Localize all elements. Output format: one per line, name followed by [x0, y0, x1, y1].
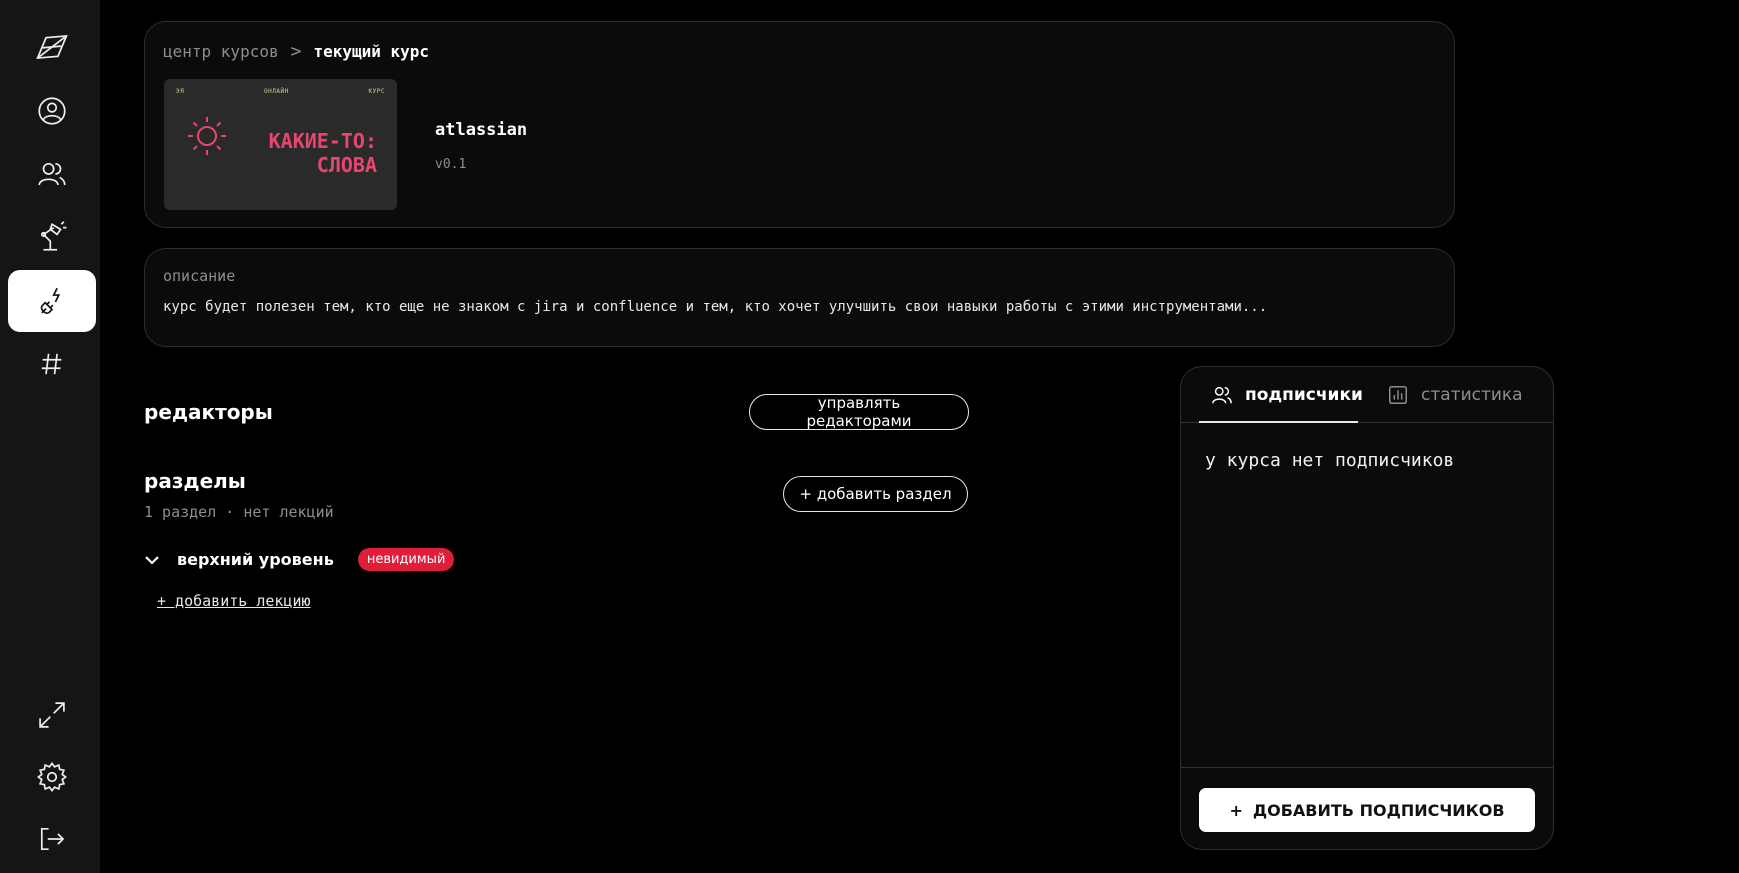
gear-icon — [36, 761, 68, 793]
description-label: описание — [163, 267, 236, 285]
section-item[interactable]: верхний уровень невидимый — [143, 548, 455, 571]
chevron-down-icon[interactable] — [143, 551, 161, 569]
sections-meta: 1 раздел · нет лекций — [144, 503, 334, 521]
panel-footer: + ДОБАВИТЬ ПОДПИСЧИКОВ — [1181, 767, 1553, 849]
chart-icon — [1389, 386, 1407, 404]
tab-statistics-label: статистика — [1421, 385, 1523, 405]
description-text: курс будет полезен тем, кто еще не знако… — [163, 299, 1268, 315]
course-version: v0.1 — [435, 157, 467, 172]
plug-icon — [40, 287, 61, 315]
sections-title: разделы — [144, 469, 246, 493]
users-icon — [1212, 386, 1232, 404]
cover-tag-right: КУРС — [368, 88, 385, 95]
breadcrumb-current: текущий курс — [313, 42, 430, 61]
hashtag-icon — [41, 353, 62, 375]
cover-title: КАКИЕ-ТО: СЛОВА — [269, 129, 377, 177]
add-subscribers-button[interactable]: + ДОБАВИТЬ ПОДПИСЧИКОВ — [1199, 788, 1535, 832]
main-content: центр курсов > текущий курс ЭЯ ОНЛАЙН КУ… — [100, 0, 1739, 873]
course-name: atlassian — [435, 120, 528, 140]
panel-tabs: подписчики статистика — [1181, 367, 1553, 423]
logout-icon — [40, 827, 65, 851]
sidebar-logo[interactable] — [8, 16, 96, 78]
subscribers-panel: подписчики статистика у курса нет подпис… — [1180, 366, 1554, 850]
cover-tag-center: ОНЛАЙН — [264, 88, 289, 95]
tab-subscribers[interactable]: подписчики — [1211, 367, 1363, 423]
sidebar-logout-button[interactable] — [8, 808, 96, 870]
section-name: верхний уровень — [177, 550, 334, 569]
description-card: описание курс будет полезен тем, кто еще… — [144, 248, 1455, 347]
sidebar — [0, 0, 100, 873]
sidebar-expand-button[interactable] — [8, 684, 96, 746]
active-tab-indicator — [1199, 421, 1358, 423]
sidebar-item-lamp[interactable] — [8, 206, 96, 268]
add-lecture-link[interactable]: + добавить лекцию — [157, 592, 311, 610]
breadcrumb-link-courses[interactable]: центр курсов — [163, 42, 279, 61]
editors-title: редакторы — [144, 400, 273, 424]
breadcrumb-separator: > — [290, 41, 302, 62]
cover-tag-left: ЭЯ — [176, 88, 185, 95]
expand-icon — [39, 702, 65, 728]
sidebar-item-integrations[interactable] — [8, 270, 96, 332]
users-icon — [38, 162, 66, 186]
cover-title-line2: СЛОВА — [316, 153, 377, 177]
manage-editors-button[interactable]: управлять редакторами — [749, 394, 969, 430]
breadcrumb: центр курсов > текущий курс — [163, 41, 429, 62]
sidebar-item-profile[interactable] — [8, 80, 96, 142]
cover-title-line1: КАКИЕ-ТО: — [268, 129, 377, 153]
logo-icon — [36, 34, 68, 60]
plus-icon: + — [1229, 800, 1243, 820]
tab-statistics[interactable]: статистика — [1387, 367, 1523, 423]
sidebar-item-tags[interactable] — [8, 333, 96, 395]
sidebar-item-users[interactable] — [8, 143, 96, 205]
tab-subscribers-label: подписчики — [1245, 385, 1363, 405]
lamp-icon — [40, 221, 67, 251]
status-badge: невидимый — [357, 548, 455, 571]
sidebar-settings-button[interactable] — [8, 746, 96, 808]
course-cover-image: ЭЯ ОНЛАЙН КУРС КАКИЕ-ТО: СЛОВА — [164, 79, 397, 210]
sun-icon — [188, 117, 226, 155]
add-section-button[interactable]: + добавить раздел — [783, 476, 968, 512]
user-icon — [38, 97, 66, 125]
add-subscribers-label: ДОБАВИТЬ ПОДПИСЧИКОВ — [1252, 800, 1505, 820]
course-header-card: центр курсов > текущий курс ЭЯ ОНЛАЙН КУ… — [144, 21, 1455, 228]
empty-subscribers-text: у курса нет подписчиков — [1205, 450, 1455, 471]
